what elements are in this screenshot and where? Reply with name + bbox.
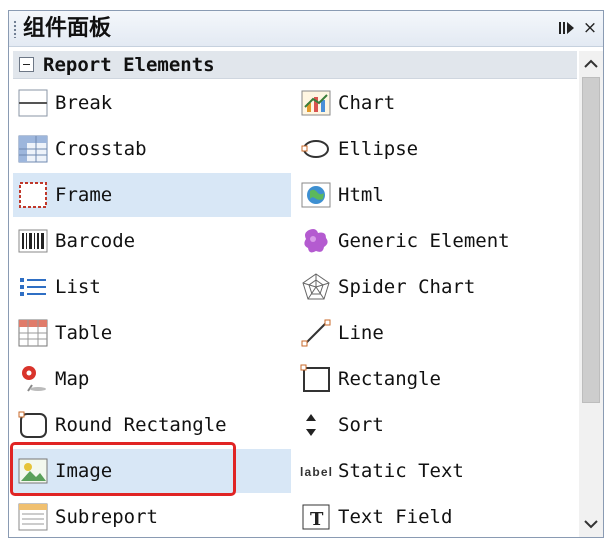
palette-item-label: Subreport: [55, 506, 158, 528]
rectangle-icon: [299, 363, 333, 395]
static-text-icon: label: [299, 455, 333, 487]
palette-item-spider-chart[interactable]: Spider Chart: [296, 265, 574, 309]
palette-item-label: Generic Element: [338, 230, 510, 252]
palette-item-crosstab[interactable]: Crosstab: [13, 127, 291, 171]
palette-item-label: Frame: [55, 184, 113, 206]
html-globe-icon: [299, 179, 333, 211]
palette-item-label: Html: [338, 184, 384, 206]
svg-text:T: T: [310, 509, 324, 530]
palette-item-label: Table: [55, 322, 113, 344]
panel-title: 组件面板: [23, 16, 112, 41]
image-item-highlight-box: [10, 442, 236, 496]
palette-item-label: Crosstab: [55, 138, 147, 160]
chart-icon: [299, 87, 333, 119]
palette-item-label: Map: [55, 368, 90, 390]
collapse-toggle-icon[interactable]: [19, 57, 34, 72]
barcode-icon: [16, 225, 50, 257]
scroll-down-icon[interactable]: [579, 513, 603, 535]
generic-element-icon: [299, 225, 333, 257]
palette-item-label: Break: [55, 92, 113, 114]
sort-icon: [299, 409, 333, 441]
palette-item-label: Ellipse: [338, 138, 419, 160]
crosstab-icon: [16, 133, 50, 165]
list-icon: [16, 271, 50, 303]
palette-item-frame[interactable]: Frame: [13, 173, 291, 217]
palette-item-table[interactable]: Table: [13, 311, 291, 355]
scrollbar-thumb[interactable]: [582, 77, 600, 403]
palette-item-rectangle[interactable]: Rectangle: [296, 357, 574, 401]
palette-item-break[interactable]: Break: [13, 81, 291, 125]
palette-item-html[interactable]: Html: [296, 173, 574, 217]
palette-item-text-field[interactable]: T Text Field: [296, 495, 574, 537]
palette-item-label: Line: [338, 322, 384, 344]
subreport-icon: [16, 501, 50, 533]
palette-item-chart[interactable]: Chart: [296, 81, 574, 125]
scroll-up-icon[interactable]: [579, 53, 603, 75]
vertical-scrollbar[interactable]: [579, 51, 603, 537]
palette-item-ellipse[interactable]: Ellipse: [296, 127, 574, 171]
frame-icon: [16, 179, 50, 211]
palette-item-label: Rectangle: [338, 368, 441, 390]
text-field-icon: T: [299, 501, 333, 533]
palette-item-label: Round Rectangle: [55, 414, 227, 436]
palette-item-label: Text Field: [338, 506, 453, 528]
line-icon: [299, 317, 333, 349]
palette-item-barcode[interactable]: Barcode: [13, 219, 291, 263]
palette-item-label: Static Text: [338, 460, 464, 482]
dock-icon[interactable]: [555, 17, 577, 39]
palette-item-list[interactable]: List: [13, 265, 291, 309]
spider-chart-icon: [299, 271, 333, 303]
palette-item-sort[interactable]: Sort: [296, 403, 574, 447]
drag-grip-icon[interactable]: [13, 20, 17, 38]
break-icon: [16, 87, 50, 119]
ellipse-icon: [299, 133, 333, 165]
close-button[interactable]: ×: [579, 17, 601, 39]
round-rectangle-icon: [16, 409, 50, 441]
palette-item-label: Barcode: [55, 230, 136, 252]
panel-titlebar[interactable]: 组件面板 ×: [9, 11, 603, 47]
palette-item-static-text[interactable]: label Static Text: [296, 449, 574, 493]
palette-item-label: List: [55, 276, 101, 298]
palette-item-label: Spider Chart: [338, 276, 476, 298]
palette-item-subreport[interactable]: Subreport: [13, 495, 291, 537]
palette-item-round-rectangle[interactable]: Round Rectangle: [13, 403, 291, 447]
table-icon: [16, 317, 50, 349]
palette-item-label: Chart: [338, 92, 396, 114]
report-elements-section-header[interactable]: Report Elements: [13, 51, 577, 79]
palette-item-generic-element[interactable]: Generic Element: [296, 219, 574, 263]
svg-text:label: label: [300, 465, 332, 479]
palette-item-label: Sort: [338, 414, 384, 436]
map-pin-icon: [16, 363, 50, 395]
palette-item-line[interactable]: Line: [296, 311, 574, 355]
palette-item-map[interactable]: Map: [13, 357, 291, 401]
section-label: Report Elements: [43, 54, 215, 76]
